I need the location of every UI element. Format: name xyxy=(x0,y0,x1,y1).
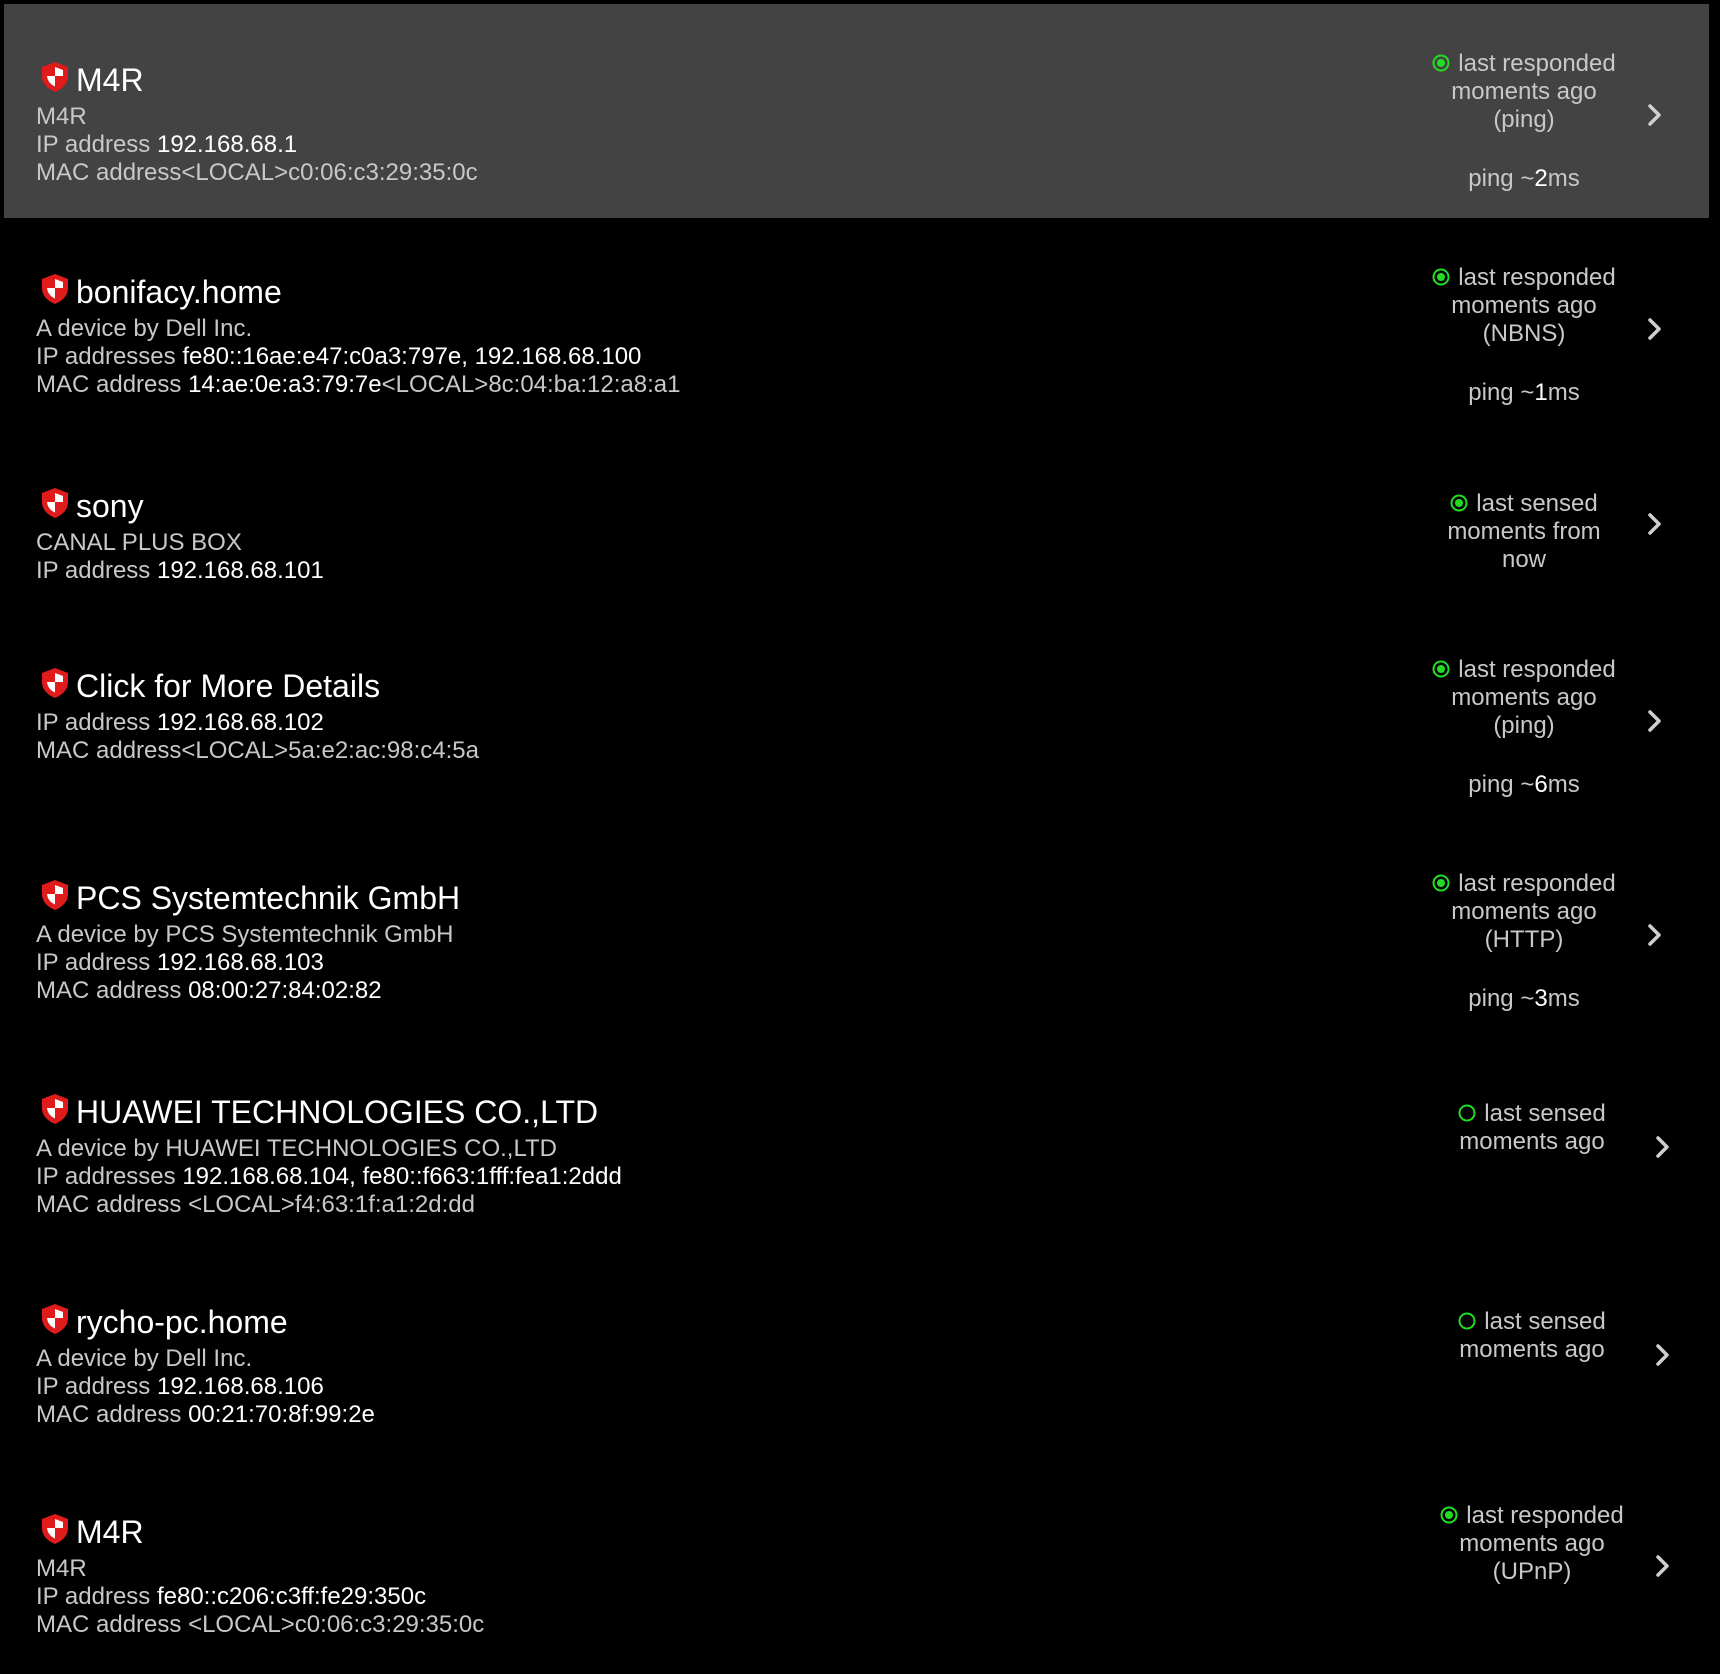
ip-address: IP addresses fe80::16ae:e47:c0a3:797e, 1… xyxy=(36,343,642,370)
device-subtitle: M4R xyxy=(36,103,87,130)
device-name: rycho-pc.home xyxy=(76,1304,288,1340)
shield-icon xyxy=(40,487,70,519)
device-name: M4R xyxy=(76,62,144,98)
shield-icon xyxy=(40,61,70,93)
device-name: Click for More Details xyxy=(76,668,381,704)
device-subtitle: A device by HUAWEI TECHNOLOGIES CO.,LTD xyxy=(36,1135,558,1162)
device-subtitle: M4R xyxy=(36,1555,87,1582)
chevron-right-icon[interactable] xyxy=(1645,706,1665,736)
device-row-m4r-ipv6[interactable]: M4R M4R IP address fe80::c206:c3ff:fe29:… xyxy=(4,1454,1709,1674)
status-block: last responded moments ago (ping) xyxy=(1404,656,1644,740)
device-name: HUAWEI TECHNOLOGIES CO.,LTD xyxy=(76,1094,599,1130)
mac-address: MAC address<LOCAL>5a:e2:ac:98:c4:5a xyxy=(36,737,479,764)
ping-time: ping ~3ms xyxy=(1468,985,1580,1012)
ip-address: IP addresses 192.168.68.104, fe80::f663:… xyxy=(36,1163,622,1190)
mac-address: MAC address 00:21:70:8f:99:2e xyxy=(36,1401,375,1428)
filled-circle-icon xyxy=(1440,1503,1458,1524)
device-name: M4R xyxy=(76,1514,144,1550)
mac-address: MAC address <LOCAL>c0:06:c3:29:35:0c xyxy=(36,1611,485,1638)
filled-circle-icon xyxy=(1432,265,1450,286)
shield-icon xyxy=(40,1513,70,1545)
device-list: M4R M4R IP address 192.168.68.1 MAC addr… xyxy=(0,0,1720,1674)
status-block: last responded moments ago (HTTP) xyxy=(1404,870,1644,954)
ip-address: IP address fe80::c206:c3ff:fe29:350c xyxy=(36,1583,427,1610)
device-subtitle: A device by Dell Inc. xyxy=(36,315,253,342)
chevron-right-icon[interactable] xyxy=(1645,100,1665,130)
ip-address: IP address 192.168.68.102 xyxy=(36,709,324,736)
status-block: last sensed moments from now xyxy=(1447,490,1601,573)
shield-icon xyxy=(40,667,70,699)
device-row-m4r[interactable]: M4R M4R IP address 192.168.68.1 MAC addr… xyxy=(4,4,1709,218)
ping-time: ping ~2ms xyxy=(1468,165,1580,192)
status-block: last responded moments ago (UPnP) xyxy=(1412,1502,1652,1586)
device-subtitle: A device by PCS Systemtechnik GmbH xyxy=(36,921,454,948)
mac-address: MAC address 14:ae:0e:a3:79:7e<LOCAL>8c:0… xyxy=(36,371,681,398)
hollow-circle-icon xyxy=(1458,1101,1476,1122)
filled-circle-icon xyxy=(1450,491,1468,512)
filled-circle-icon xyxy=(1432,51,1450,72)
ip-address: IP address 192.168.68.103 xyxy=(36,949,324,976)
chevron-right-icon[interactable] xyxy=(1653,1551,1673,1581)
device-subtitle: A device by Dell Inc. xyxy=(36,1345,253,1372)
mac-address: MAC address<LOCAL>c0:06:c3:29:35:0c xyxy=(36,159,478,186)
shield-icon xyxy=(40,879,70,911)
filled-circle-icon xyxy=(1432,871,1450,892)
status-block: last sensed moments ago xyxy=(1458,1308,1606,1363)
device-name: PCS Systemtechnik GmbH xyxy=(76,880,461,916)
chevron-right-icon[interactable] xyxy=(1645,314,1665,344)
chevron-right-icon[interactable] xyxy=(1645,920,1665,950)
device-row-huawei[interactable]: HUAWEI TECHNOLOGIES CO.,LTD A device by … xyxy=(4,1038,1709,1248)
device-row-sony[interactable]: sony CANAL PLUS BOX IP address 192.168.6… xyxy=(4,432,1709,608)
shield-icon xyxy=(40,273,70,305)
ip-address: IP address 192.168.68.1 xyxy=(36,131,298,158)
ip-address: IP address 192.168.68.106 xyxy=(36,1373,324,1400)
shield-icon xyxy=(40,1303,70,1335)
ping-time: ping ~6ms xyxy=(1468,771,1580,798)
device-name: bonifacy.home xyxy=(76,274,282,310)
hollow-circle-icon xyxy=(1458,1309,1476,1330)
chevron-right-icon[interactable] xyxy=(1645,509,1665,539)
ping-time: ping ~1ms xyxy=(1468,379,1580,406)
device-row-bonifacy[interactable]: bonifacy.home A device by Dell Inc. IP a… xyxy=(4,218,1709,432)
ip-address: IP address 192.168.68.101 xyxy=(36,557,324,584)
device-row-pcs[interactable]: PCS Systemtechnik GmbH A device by PCS S… xyxy=(4,824,1709,1038)
chevron-right-icon[interactable] xyxy=(1653,1340,1673,1370)
status-block: last responded moments ago (NBNS) xyxy=(1404,264,1644,348)
device-row-rycho[interactable]: rycho-pc.home A device by Dell Inc. IP a… xyxy=(4,1248,1709,1454)
filled-circle-icon xyxy=(1432,657,1450,678)
status-block: last sensed moments ago xyxy=(1458,1100,1606,1155)
device-name: sony xyxy=(76,488,144,524)
status-block: last responded moments ago (ping) xyxy=(1404,50,1644,134)
mac-address: MAC address <LOCAL>f4:63:1f:a1:2d:dd xyxy=(36,1191,475,1218)
device-row-details[interactable]: Click for More Details IP address 192.16… xyxy=(4,608,1709,824)
shield-icon xyxy=(40,1093,70,1125)
chevron-right-icon[interactable] xyxy=(1653,1132,1673,1162)
device-subtitle: CANAL PLUS BOX xyxy=(36,529,242,556)
mac-address: MAC address 08:00:27:84:02:82 xyxy=(36,977,382,1004)
